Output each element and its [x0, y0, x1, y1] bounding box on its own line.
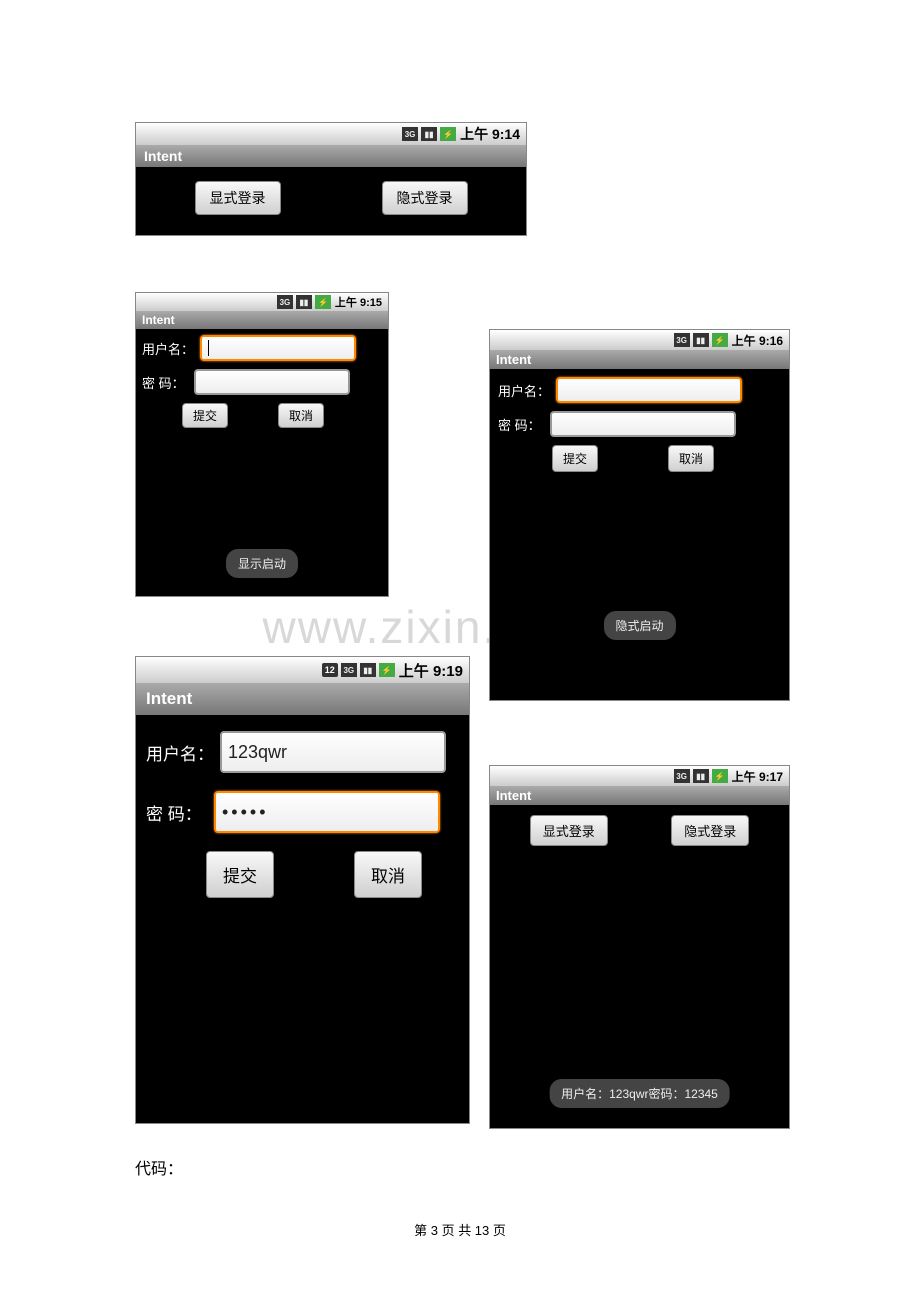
- phone-screenshot-2: 3G ▮▮ ⚡ 上午 9:15 Intent 用户名： 密 码： 提交 取消 显…: [135, 292, 389, 597]
- battery-icon: ⚡: [712, 769, 728, 783]
- phone-screenshot-5: 3G ▮▮ ⚡ 上午 9:17 Intent 显式登录 隐式登录 用户名：123…: [489, 765, 790, 1129]
- threeg-icon: 3G: [674, 769, 690, 783]
- signal-icon: ▮▮: [693, 333, 709, 347]
- username-label: 用户名：: [146, 740, 214, 765]
- status-bar: 3G ▮▮ ⚡ 上午 9:15: [136, 293, 388, 311]
- battery-icon: ⚡: [440, 127, 456, 141]
- username-label: 用户名：: [498, 381, 550, 400]
- password-label: 密 码：: [146, 800, 208, 825]
- page-footer: 第 3 页 共 13 页: [0, 1220, 920, 1239]
- status-icons: 3G ▮▮ ⚡: [674, 769, 728, 783]
- username-label: 用户名：: [142, 339, 194, 358]
- explicit-login-button[interactable]: 显式登录: [530, 815, 608, 846]
- password-input[interactable]: [550, 411, 736, 437]
- password-input[interactable]: [194, 369, 350, 395]
- username-input[interactable]: 123qwr: [220, 731, 446, 773]
- username-input[interactable]: [556, 377, 742, 403]
- implicit-login-button[interactable]: 隐式登录: [671, 815, 749, 846]
- username-input[interactable]: [200, 335, 356, 361]
- phone-screenshot-3: 3G ▮▮ ⚡ 上午 9:16 Intent 用户名： 密 码： 提交 取消 隐…: [489, 329, 790, 701]
- app-title: Intent: [490, 350, 789, 369]
- toast-message: 隐式启动: [603, 611, 675, 640]
- battery-icon: ⚡: [379, 663, 395, 677]
- signal-icon: ▮▮: [421, 127, 437, 141]
- implicit-login-button[interactable]: 隐式登录: [382, 181, 468, 215]
- toast-message: 显示启动: [226, 549, 298, 578]
- app-title: Intent: [136, 145, 526, 167]
- status-icons: 3G ▮▮ ⚡: [674, 333, 728, 347]
- status-icons: 3G ▮▮ ⚡: [277, 295, 331, 309]
- battery-icon: ⚡: [712, 333, 728, 347]
- phone-screenshot-4: 12 3G ▮▮ ⚡ 上午 9:19 Intent 用户名： 123qwr 密 …: [135, 656, 470, 1124]
- explicit-login-button[interactable]: 显式登录: [195, 181, 281, 215]
- threeg-icon: 3G: [277, 295, 293, 309]
- status-time: 上午 9:14: [460, 124, 520, 144]
- status-bar: 3G ▮▮ ⚡ 上午 9:14: [136, 123, 526, 145]
- threeg-icon: 3G: [341, 663, 357, 677]
- app-title: Intent: [136, 683, 469, 715]
- cancel-button[interactable]: 取消: [668, 445, 714, 472]
- status-icons: 3G ▮▮ ⚡: [402, 127, 456, 141]
- status-bar: 3G ▮▮ ⚡ 上午 9:17: [490, 766, 789, 786]
- status-time: 上午 9:16: [732, 332, 783, 349]
- password-label: 密 码：: [142, 373, 188, 392]
- signal-icon: ▮▮: [296, 295, 312, 309]
- status-bar: 3G ▮▮ ⚡ 上午 9:16: [490, 330, 789, 350]
- signal-icon: ▮▮: [360, 663, 376, 677]
- phone-screenshot-1: 3G ▮▮ ⚡ 上午 9:14 Intent 显式登录 隐式登录: [135, 122, 527, 236]
- toast-message: 用户名：123qwr密码：12345: [549, 1079, 730, 1108]
- status-time: 上午 9:15: [335, 294, 382, 310]
- threeg-icon: 3G: [402, 127, 418, 141]
- password-label: 密 码：: [498, 415, 544, 434]
- password-input[interactable]: •••••: [214, 791, 440, 833]
- cancel-button[interactable]: 取消: [354, 851, 422, 898]
- status-bar: 12 3G ▮▮ ⚡ 上午 9:19: [136, 657, 469, 683]
- status-time: 上午 9:19: [399, 660, 463, 681]
- status-icons: 12 3G ▮▮ ⚡: [322, 663, 395, 677]
- submit-button[interactable]: 提交: [206, 851, 274, 898]
- battery-icon: ⚡: [315, 295, 331, 309]
- app-title: Intent: [136, 311, 388, 329]
- cancel-button[interactable]: 取消: [278, 403, 324, 428]
- signal-icon: ▮▮: [693, 769, 709, 783]
- submit-button[interactable]: 提交: [182, 403, 228, 428]
- submit-button[interactable]: 提交: [552, 445, 598, 472]
- threeg-icon: 3G: [674, 333, 690, 347]
- app-title: Intent: [490, 786, 789, 805]
- body-text-code: 代码：: [135, 1155, 183, 1179]
- status-time: 上午 9:17: [732, 768, 783, 785]
- notification-count: 12: [322, 663, 338, 677]
